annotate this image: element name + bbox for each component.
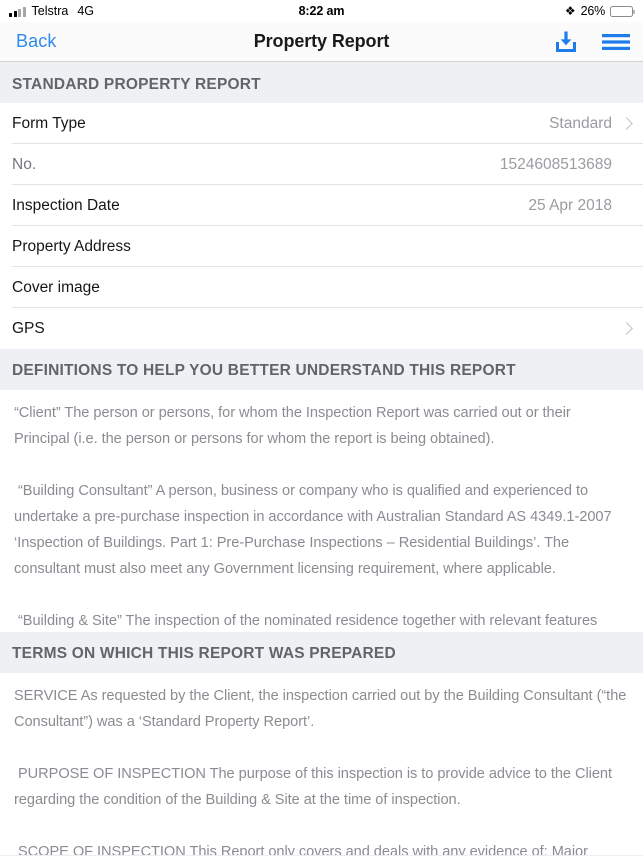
row-label: Form Type [12,114,86,132]
row-inspection-date[interactable]: Inspection Date 25 Apr 2018 [0,185,643,226]
chevron-right-icon [620,117,633,130]
definitions-paragraph: “Building & Site” The inspection of the … [18,613,598,629]
terms-paragraph: PURPOSE OF INSPECTION The purpose of thi… [14,766,612,808]
status-bar-clock: 8:22 am [298,4,345,18]
definitions-paragraph: “Building Consultant” A person, business… [14,483,612,577]
terms-paragraph: SERVICE As requested by the Client, the … [14,688,627,730]
row-value: 25 Apr 2018 [528,196,612,214]
report-content[interactable]: STANDARD PROPERTY REPORT Form Type Stand… [0,62,643,856]
navigation-actions [553,29,631,55]
battery-percentage: 26% [580,4,606,18]
terms-paragraph: SCOPE OF INSPECTION This Report only cov… [18,844,588,855]
status-bar-right: ❖ 26% [564,4,635,18]
row-cover-image[interactable]: Cover image [0,267,643,308]
app-screen: Telstra 4G 8:22 am ❖ 26% Back Property R… [0,0,643,857]
download-icon[interactable] [553,29,579,55]
row-value: 1524608513689 [499,155,612,173]
bluetooth-icon: ❖ [564,4,576,18]
page-title: Property Report [253,31,390,51]
row-label: Cover image [12,278,100,296]
definitions-paragraph: “Client” The person or persons, for whom… [14,405,571,447]
row-gps[interactable]: GPS [0,308,643,349]
section-header-terms: TERMS ON WHICH THIS REPORT WAS PREPARED [0,632,643,673]
row-value: Standard [549,114,612,132]
hamburger-menu-icon[interactable] [601,31,631,53]
back-button[interactable]: Back [16,31,56,52]
row-number[interactable]: No. 1524608513689 [0,144,643,185]
status-bar: Telstra 4G 8:22 am ❖ 26% [0,0,643,22]
terms-text-block: SERVICE As requested by the Client, the … [0,673,643,855]
row-label: Property Address [12,237,131,255]
definitions-text-block: “Client” The person or persons, for whom… [0,390,643,632]
section-header-standard-property-report: STANDARD PROPERTY REPORT [0,62,643,103]
navigation-bar: Back Property Report [0,22,643,62]
row-property-address[interactable]: Property Address [0,226,643,267]
row-label: No. [12,155,37,173]
chevron-right-icon [620,322,633,335]
property-report-list: Form Type Standard No. 1524608513689 Ins… [0,103,643,349]
row-label: GPS [12,319,45,337]
battery-icon [610,5,635,17]
row-label: Inspection Date [12,196,120,214]
section-header-definitions: DEFINITIONS TO HELP YOU BETTER UNDERSTAN… [0,349,643,390]
row-form-type[interactable]: Form Type Standard [0,103,643,144]
